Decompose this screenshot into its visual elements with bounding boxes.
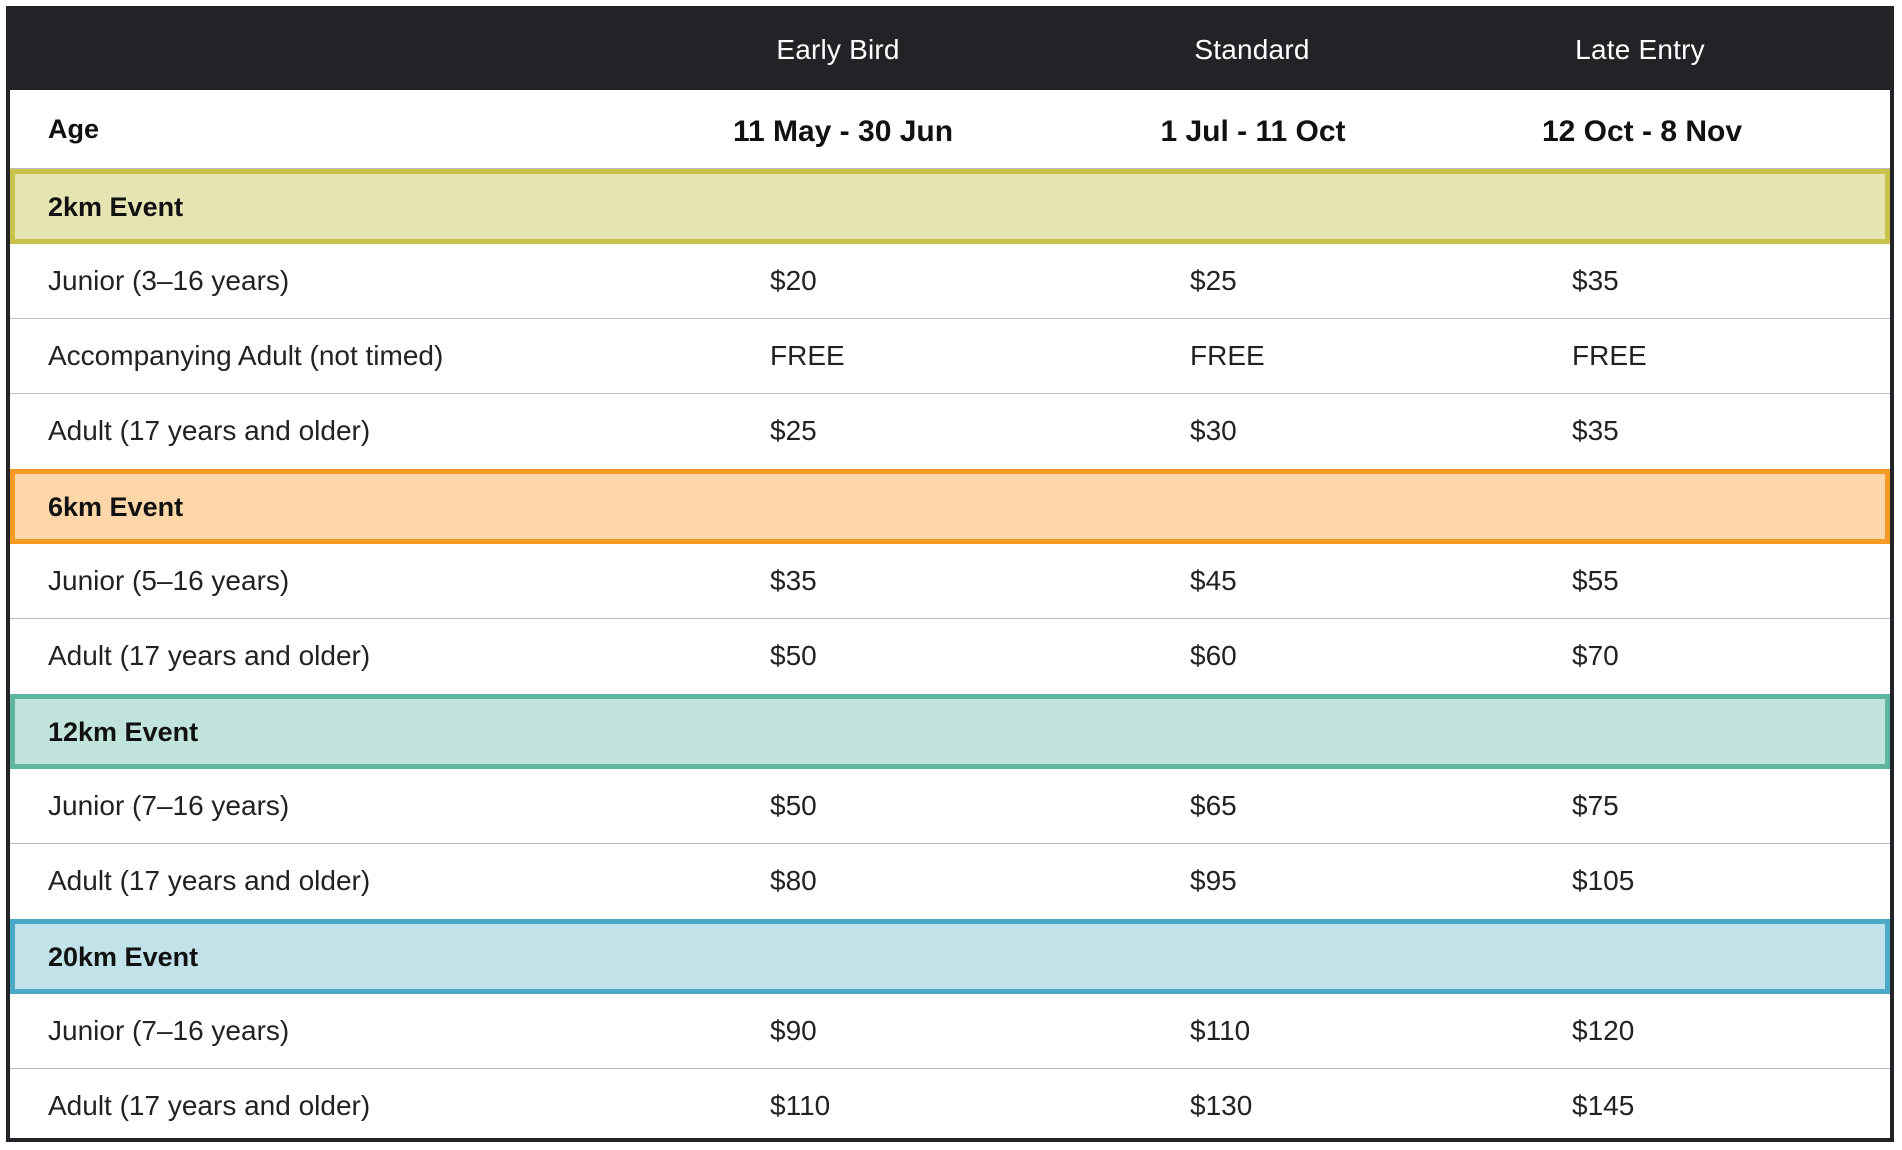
early-bird-price: $35 bbox=[770, 565, 817, 596]
early-bird-price: $50 bbox=[770, 790, 817, 821]
late-entry-price: $120 bbox=[1572, 1015, 1635, 1046]
age-cell: Junior (5–16 years) bbox=[48, 565, 290, 596]
price-row: Junior (7–16 years) $90 $110 $120 bbox=[10, 994, 1890, 1069]
age-label: Age bbox=[48, 114, 100, 144]
event-header: 20km Event bbox=[10, 919, 1890, 994]
late-entry-price: $35 bbox=[1572, 415, 1619, 446]
standard-price: $65 bbox=[1190, 790, 1237, 821]
age-cell: Junior (7–16 years) bbox=[48, 1015, 290, 1046]
early-bird-price: FREE bbox=[770, 340, 845, 371]
period-late-entry: 12 Oct - 8 Nov bbox=[1541, 115, 1743, 148]
event-title: 20km Event bbox=[48, 942, 199, 972]
standard-price: $25 bbox=[1190, 265, 1237, 296]
table-header: Early Bird Standard Late Entry bbox=[10, 10, 1890, 90]
early-bird-price: $50 bbox=[770, 640, 817, 671]
early-bird-price: $80 bbox=[770, 865, 817, 896]
price-row: Junior (3–16 years) $20 $25 $35 bbox=[10, 244, 1890, 319]
late-entry-price: $145 bbox=[1572, 1090, 1635, 1121]
period-standard: 1 Jul - 11 Oct bbox=[1160, 115, 1346, 148]
standard-price: $45 bbox=[1190, 565, 1237, 596]
column-late-entry: Late Entry bbox=[1575, 34, 1705, 65]
pricing-table: Early Bird Standard Late Entry Age 11 Ma… bbox=[6, 6, 1894, 1142]
standard-price: FREE bbox=[1190, 340, 1265, 371]
standard-price: $30 bbox=[1190, 415, 1237, 446]
period-early-bird: 11 May - 30 Jun bbox=[732, 115, 954, 148]
late-entry-price: $35 bbox=[1572, 265, 1619, 296]
price-row: Adult (17 years and older) $80 $95 $105 bbox=[10, 844, 1890, 919]
standard-price: $95 bbox=[1190, 865, 1237, 896]
price-row: Junior (7–16 years) $50 $65 $75 bbox=[10, 769, 1890, 844]
late-entry-price: $70 bbox=[1572, 640, 1619, 671]
price-row: Adult (17 years and older) $50 $60 $70 bbox=[10, 619, 1890, 694]
event-title: 2km Event bbox=[48, 192, 184, 222]
price-row: Junior (5–16 years) $35 $45 $55 bbox=[10, 544, 1890, 619]
age-cell: Junior (7–16 years) bbox=[48, 790, 290, 821]
subheader-row: Age 11 May - 30 Jun 1 Jul - 11 Oct 12 Oc… bbox=[10, 90, 1890, 169]
age-cell: Junior (3–16 years) bbox=[48, 265, 290, 296]
early-bird-price: $110 bbox=[770, 1090, 831, 1121]
late-entry-price: FREE bbox=[1572, 340, 1647, 371]
event-header: 6km Event bbox=[10, 469, 1890, 544]
event-header: 2km Event bbox=[10, 169, 1890, 244]
age-cell: Accompanying Adult (not timed) bbox=[48, 340, 444, 371]
early-bird-price: $25 bbox=[770, 415, 817, 446]
event-groups: 2km Event Junior (3–16 years) $20 $25 $35 Acc… bbox=[10, 169, 1890, 1138]
early-bird-price: $20 bbox=[770, 265, 817, 296]
price-row: Accompanying Adult (not timed) FREE FREE FR… bbox=[10, 319, 1890, 394]
age-cell: Adult (17 years and older) bbox=[48, 415, 371, 446]
column-early-bird: Early Bird bbox=[776, 34, 900, 65]
standard-price: $60 bbox=[1190, 640, 1237, 671]
age-cell: Adult (17 years and older) bbox=[48, 640, 371, 671]
event-header: 12km Event bbox=[10, 694, 1890, 769]
late-entry-price: $75 bbox=[1572, 790, 1619, 821]
standard-price: $110 bbox=[1190, 1015, 1251, 1046]
age-cell: Adult (17 years and older) bbox=[48, 865, 371, 896]
price-row: Adult (17 years and older) $110 $130 $145 bbox=[10, 1069, 1890, 1138]
column-standard: Standard bbox=[1194, 34, 1310, 65]
age-cell: Adult (17 years and older) bbox=[48, 1090, 371, 1121]
event-title: 12km Event bbox=[48, 717, 199, 747]
late-entry-price: $55 bbox=[1572, 565, 1619, 596]
early-bird-price: $90 bbox=[770, 1015, 817, 1046]
standard-price: $130 bbox=[1190, 1090, 1253, 1121]
event-title: 6km Event bbox=[48, 492, 184, 522]
late-entry-price: $105 bbox=[1572, 865, 1635, 896]
price-row: Adult (17 years and older) $25 $30 $35 bbox=[10, 394, 1890, 469]
